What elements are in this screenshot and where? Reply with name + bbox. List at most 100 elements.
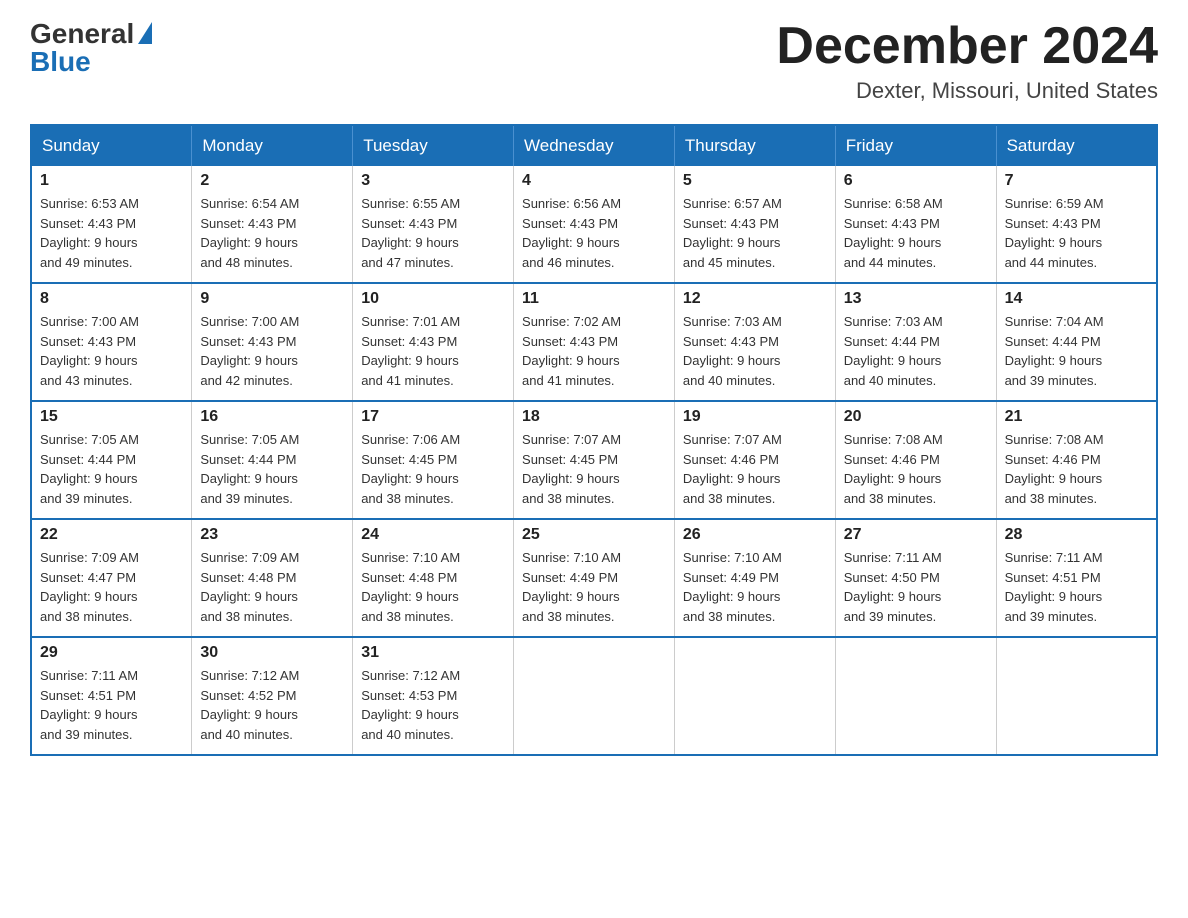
day-info: Sunrise: 7:07 AMSunset: 4:45 PMDaylight:…: [522, 430, 666, 508]
calendar-cell: 8Sunrise: 7:00 AMSunset: 4:43 PMDaylight…: [31, 283, 192, 401]
day-number: 4: [522, 172, 666, 190]
calendar-cell: 10Sunrise: 7:01 AMSunset: 4:43 PMDayligh…: [353, 283, 514, 401]
day-info: Sunrise: 7:05 AMSunset: 4:44 PMDaylight:…: [200, 430, 344, 508]
day-info: Sunrise: 6:58 AMSunset: 4:43 PMDaylight:…: [844, 194, 988, 272]
month-title: December 2024: [776, 20, 1158, 72]
col-friday: Friday: [835, 125, 996, 166]
calendar-cell: 6 Sunrise: 6:58 AMSunset: 4:43 PMDaylight…: [835, 166, 996, 283]
day-number: 28: [1005, 526, 1148, 544]
day-number: 2: [200, 172, 344, 190]
col-monday: Monday: [192, 125, 353, 166]
header-row: Sunday Monday Tuesday Wednesday Thursday…: [31, 125, 1157, 166]
day-number: 30: [200, 644, 344, 662]
calendar-week-2: 8Sunrise: 7:00 AMSunset: 4:43 PMDaylight…: [31, 283, 1157, 401]
day-number: 26: [683, 526, 827, 544]
day-number: 7: [1005, 172, 1148, 190]
calendar-cell: 1 Sunrise: 6:53 AMSunset: 4:43 PMDaylight…: [31, 166, 192, 283]
calendar-cell: 26 Sunrise: 7:10 AMSunset: 4:49 PMDayligh…: [674, 519, 835, 637]
calendar-cell: 3Sunrise: 6:55 AMSunset: 4:43 PMDaylight…: [353, 166, 514, 283]
day-number: 19: [683, 408, 827, 426]
calendar-cell: 27Sunrise: 7:11 AMSunset: 4:50 PMDayligh…: [835, 519, 996, 637]
day-number: 21: [1005, 408, 1148, 426]
day-number: 25: [522, 526, 666, 544]
day-info: Sunrise: 7:04 AMSunset: 4:44 PMDaylight:…: [1005, 312, 1148, 390]
logo-triangle-icon: [138, 22, 152, 44]
day-info: Sunrise: 7:01 AMSunset: 4:43 PMDaylight:…: [361, 312, 505, 390]
calendar-cell: 14 Sunrise: 7:04 AMSunset: 4:44 PMDayligh…: [996, 283, 1157, 401]
calendar-cell: 18 Sunrise: 7:07 AMSunset: 4:45 PMDayligh…: [514, 401, 675, 519]
calendar-cell: 11 Sunrise: 7:02 AMSunset: 4:43 PMDayligh…: [514, 283, 675, 401]
day-info: Sunrise: 7:03 AMSunset: 4:44 PMDaylight:…: [844, 312, 988, 390]
day-number: 18: [522, 408, 666, 426]
calendar-cell: 25Sunrise: 7:10 AMSunset: 4:49 PMDayligh…: [514, 519, 675, 637]
day-number: 20: [844, 408, 988, 426]
title-area: December 2024 Dexter, Missouri, United S…: [776, 20, 1158, 104]
day-number: 23: [200, 526, 344, 544]
day-number: 1: [40, 172, 183, 190]
calendar-table: Sunday Monday Tuesday Wednesday Thursday…: [30, 124, 1158, 756]
day-info: Sunrise: 7:11 AMSunset: 4:51 PMDaylight:…: [40, 666, 183, 744]
calendar-cell: 13Sunrise: 7:03 AMSunset: 4:44 PMDayligh…: [835, 283, 996, 401]
calendar-cell: 20Sunrise: 7:08 AMSunset: 4:46 PMDayligh…: [835, 401, 996, 519]
location: Dexter, Missouri, United States: [776, 78, 1158, 104]
day-info: Sunrise: 6:56 AMSunset: 4:43 PMDaylight:…: [522, 194, 666, 272]
calendar-cell: 22Sunrise: 7:09 AMSunset: 4:47 PMDayligh…: [31, 519, 192, 637]
day-info: Sunrise: 7:08 AMSunset: 4:46 PMDaylight:…: [1005, 430, 1148, 508]
day-info: Sunrise: 7:12 AMSunset: 4:52 PMDaylight:…: [200, 666, 344, 744]
col-thursday: Thursday: [674, 125, 835, 166]
col-sunday: Sunday: [31, 125, 192, 166]
day-info: Sunrise: 7:10 AMSunset: 4:49 PMDaylight:…: [683, 548, 827, 626]
day-number: 15: [40, 408, 183, 426]
day-info: Sunrise: 7:02 AMSunset: 4:43 PMDaylight:…: [522, 312, 666, 390]
calendar-cell: 29 Sunrise: 7:11 AMSunset: 4:51 PMDayligh…: [31, 637, 192, 755]
day-number: 5: [683, 172, 827, 190]
day-info: Sunrise: 6:55 AMSunset: 4:43 PMDaylight:…: [361, 194, 505, 272]
day-number: 12: [683, 290, 827, 308]
calendar-cell: 7 Sunrise: 6:59 AMSunset: 4:43 PMDaylight…: [996, 166, 1157, 283]
day-number: 11: [522, 290, 666, 308]
day-info: Sunrise: 7:00 AMSunset: 4:43 PMDaylight:…: [40, 312, 183, 390]
day-info: Sunrise: 6:54 AMSunset: 4:43 PMDaylight:…: [200, 194, 344, 272]
calendar-cell: 16Sunrise: 7:05 AMSunset: 4:44 PMDayligh…: [192, 401, 353, 519]
calendar-cell: 28 Sunrise: 7:11 AMSunset: 4:51 PMDayligh…: [996, 519, 1157, 637]
calendar-cell: 31Sunrise: 7:12 AMSunset: 4:53 PMDayligh…: [353, 637, 514, 755]
day-info: Sunrise: 6:57 AMSunset: 4:43 PMDaylight:…: [683, 194, 827, 272]
calendar-cell: 9Sunrise: 7:00 AMSunset: 4:43 PMDaylight…: [192, 283, 353, 401]
day-number: 27: [844, 526, 988, 544]
logo-blue: Blue: [30, 48, 91, 76]
calendar-week-1: 1 Sunrise: 6:53 AMSunset: 4:43 PMDaylight…: [31, 166, 1157, 283]
day-info: Sunrise: 6:53 AMSunset: 4:43 PMDaylight:…: [40, 194, 183, 272]
day-number: 17: [361, 408, 505, 426]
calendar-cell: [835, 637, 996, 755]
logo-general: General: [30, 20, 134, 48]
day-info: Sunrise: 7:09 AMSunset: 4:48 PMDaylight:…: [200, 548, 344, 626]
calendar-cell: [996, 637, 1157, 755]
calendar-week-5: 29 Sunrise: 7:11 AMSunset: 4:51 PMDayligh…: [31, 637, 1157, 755]
calendar-cell: 24Sunrise: 7:10 AMSunset: 4:48 PMDayligh…: [353, 519, 514, 637]
day-number: 14: [1005, 290, 1148, 308]
calendar-cell: 12 Sunrise: 7:03 AMSunset: 4:43 PMDayligh…: [674, 283, 835, 401]
col-saturday: Saturday: [996, 125, 1157, 166]
calendar-cell: [514, 637, 675, 755]
day-info: Sunrise: 7:11 AMSunset: 4:51 PMDaylight:…: [1005, 548, 1148, 626]
calendar-week-3: 15 Sunrise: 7:05 AMSunset: 4:44 PMDayligh…: [31, 401, 1157, 519]
calendar-cell: 4 Sunrise: 6:56 AMSunset: 4:43 PMDaylight…: [514, 166, 675, 283]
day-info: Sunrise: 7:06 AMSunset: 4:45 PMDaylight:…: [361, 430, 505, 508]
day-info: Sunrise: 7:05 AMSunset: 4:44 PMDaylight:…: [40, 430, 183, 508]
day-info: Sunrise: 6:59 AMSunset: 4:43 PMDaylight:…: [1005, 194, 1148, 272]
logo: General Blue: [30, 20, 152, 76]
calendar-cell: [674, 637, 835, 755]
day-info: Sunrise: 7:03 AMSunset: 4:43 PMDaylight:…: [683, 312, 827, 390]
calendar-cell: 5 Sunrise: 6:57 AMSunset: 4:43 PMDaylight…: [674, 166, 835, 283]
page-header: General Blue December 2024 Dexter, Misso…: [30, 20, 1158, 104]
day-number: 29: [40, 644, 183, 662]
day-number: 6: [844, 172, 988, 190]
calendar-week-4: 22Sunrise: 7:09 AMSunset: 4:47 PMDayligh…: [31, 519, 1157, 637]
day-info: Sunrise: 7:09 AMSunset: 4:47 PMDaylight:…: [40, 548, 183, 626]
calendar-cell: 2 Sunrise: 6:54 AMSunset: 4:43 PMDaylight…: [192, 166, 353, 283]
col-tuesday: Tuesday: [353, 125, 514, 166]
calendar-cell: 23 Sunrise: 7:09 AMSunset: 4:48 PMDayligh…: [192, 519, 353, 637]
day-info: Sunrise: 7:07 AMSunset: 4:46 PMDaylight:…: [683, 430, 827, 508]
col-wednesday: Wednesday: [514, 125, 675, 166]
calendar-cell: 21 Sunrise: 7:08 AMSunset: 4:46 PMDayligh…: [996, 401, 1157, 519]
